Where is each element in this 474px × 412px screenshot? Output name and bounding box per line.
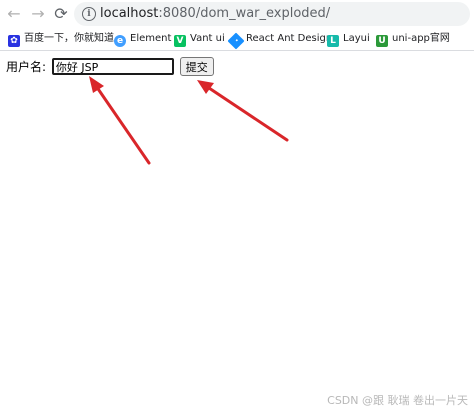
login-form: 用户名: 提交 bbox=[6, 57, 214, 76]
username-input[interactable] bbox=[51, 58, 174, 75]
watermark: CSDN @跟 耿瑞 卷出一片天 bbox=[327, 394, 468, 407]
bookmarks-bar: ✿ 百度一下，你就知道 e Element V Vant ui · React Ant … bbox=[0, 28, 474, 51]
bookmark-layui[interactable]: L Layui bbox=[327, 31, 370, 47]
bookmark-uni-app[interactable]: Uuni-app官网 bbox=[376, 31, 450, 47]
bookmark-label: Element bbox=[130, 33, 172, 44]
page-content: 用户名: 提交 bbox=[0, 52, 474, 412]
url-host: localhost bbox=[100, 6, 159, 21]
url-path: :8080/dom_war_exploded/ bbox=[158, 6, 331, 21]
bookmark-label: Vant ui bbox=[190, 33, 225, 44]
bookmark-baidu[interactable]: ✿ 百度一下，你就知道 bbox=[8, 31, 114, 47]
submit-button[interactable]: 提交 bbox=[179, 57, 214, 76]
url-text: localhost:8080/dom_war_exploded/ bbox=[100, 6, 330, 21]
bookmark-ant-design[interactable]: · React Ant Design bbox=[227, 31, 333, 50]
bookmark-label: Layui bbox=[343, 33, 370, 44]
uni-app-icon: U bbox=[376, 35, 388, 47]
reload-icon[interactable]: ⟳ bbox=[51, 4, 71, 24]
browser-toolbar: ← → ⟳ i localhost:8080/dom_war_exploded/ bbox=[0, 0, 474, 28]
forward-arrow-icon[interactable]: → bbox=[28, 4, 48, 24]
address-bar[interactable]: i localhost:8080/dom_war_exploded/ bbox=[74, 2, 470, 26]
baidu-paw-icon: ✿ bbox=[8, 35, 20, 47]
bookmark-element[interactable]: e Element bbox=[114, 31, 171, 47]
info-icon[interactable]: i bbox=[82, 7, 96, 21]
vant-icon: V bbox=[174, 35, 186, 47]
bookmark-label: React Ant Design bbox=[246, 33, 333, 44]
back-arrow-icon[interactable]: ← bbox=[4, 4, 24, 24]
ant-design-icon: · bbox=[227, 32, 245, 50]
bookmark-label: uni-app官网 bbox=[392, 33, 450, 44]
layui-icon: L bbox=[327, 35, 339, 47]
bookmark-vant[interactable]: V Vant ui bbox=[174, 31, 225, 47]
username-label: 用户名: bbox=[6, 60, 47, 74]
element-icon: e bbox=[114, 35, 126, 47]
bookmark-label: 百度一下，你就知道 bbox=[24, 33, 114, 44]
